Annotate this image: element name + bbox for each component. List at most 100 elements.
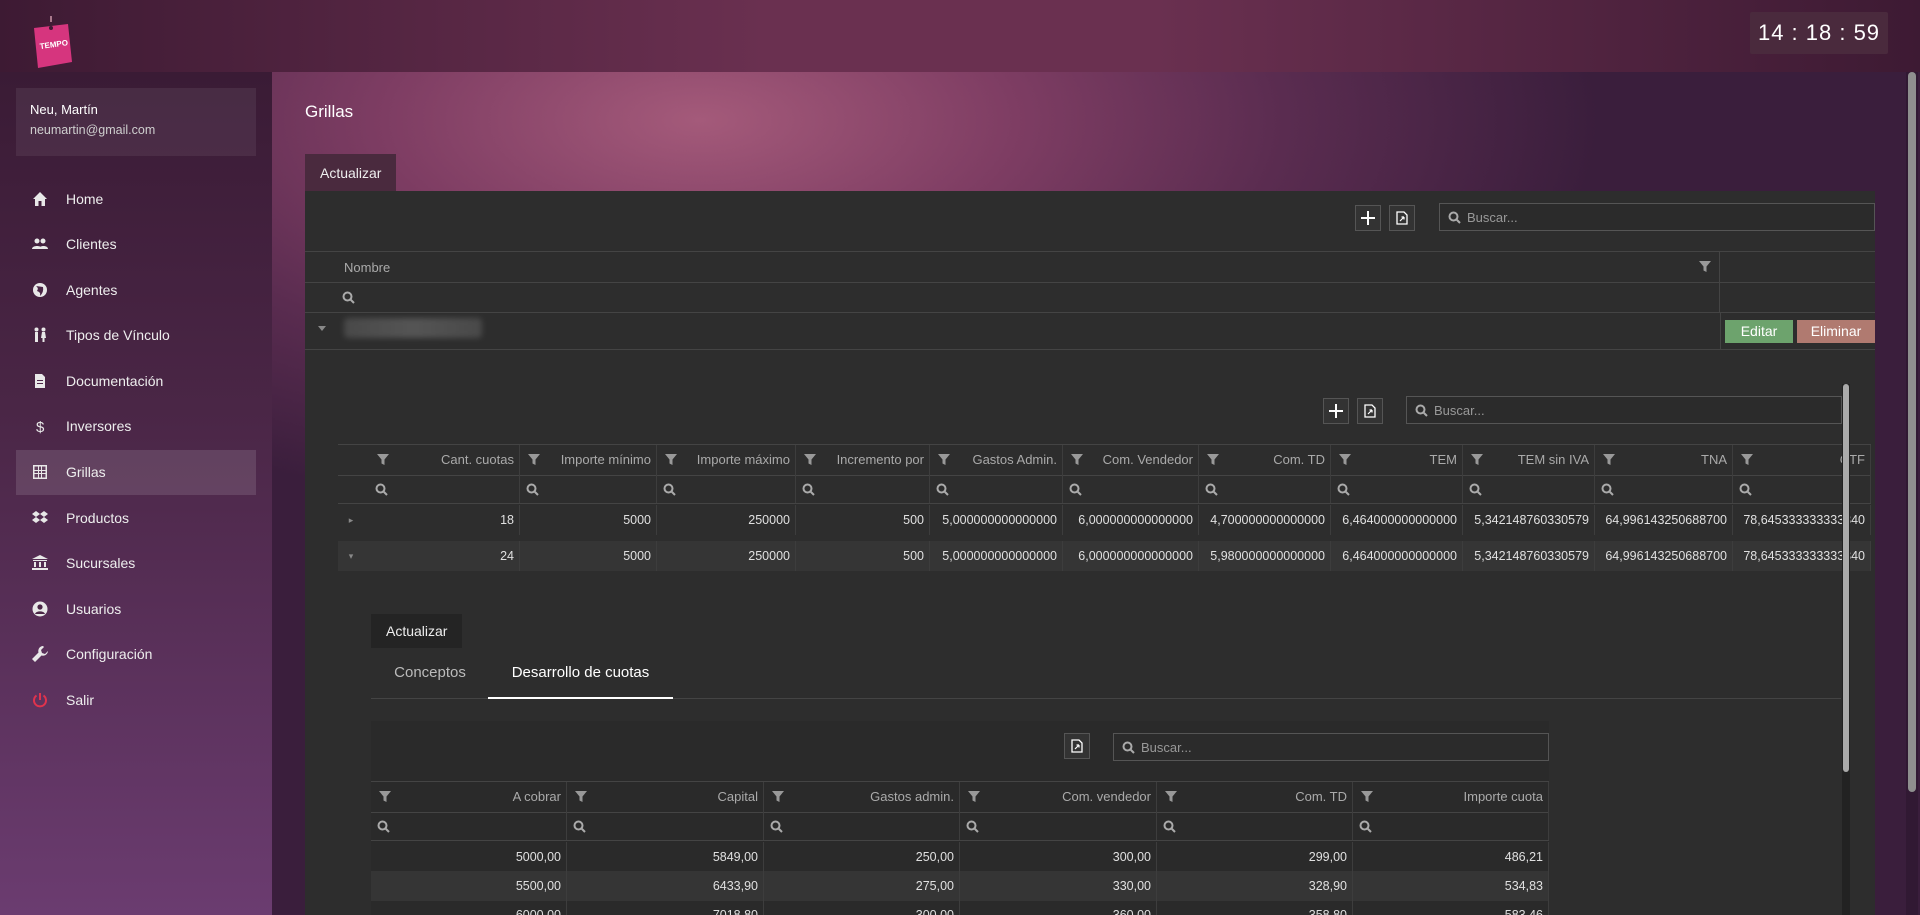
column-header-label: A cobrar [512, 789, 561, 804]
column-filter-input[interactable] [960, 812, 1157, 840]
table-row[interactable]: ▾ 24 5000 250000 500 5,000000000000000 6,00000… [338, 541, 1871, 571]
filter-icon[interactable] [528, 454, 540, 466]
menu-item-sucursales[interactable]: Sucursales [16, 541, 256, 586]
column-filter-input[interactable] [1595, 475, 1733, 503]
column-header[interactable]: Importe cuota [1353, 782, 1549, 812]
column-filter-input[interactable] [1463, 475, 1595, 503]
column-header[interactable]: Incremento por [796, 445, 930, 475]
column-filter-input[interactable] [1157, 812, 1353, 840]
menu-item-grillas[interactable]: Grillas [16, 449, 256, 495]
filter-icon[interactable] [575, 791, 587, 803]
column-filter-input[interactable] [657, 475, 796, 503]
column-header[interactable]: Capital [567, 782, 764, 812]
filter-icon[interactable] [1603, 454, 1615, 466]
cuotas-search-input[interactable]: Buscar... [1113, 733, 1549, 761]
column-header[interactable]: Gastos Admin. [930, 445, 1063, 475]
filter-icon[interactable] [665, 454, 677, 466]
table-row[interactable]: 5500,00 6433,90 275,00 330,00 328,90 534,83 [371, 871, 1549, 901]
table-row[interactable]: ▸ 18 5000 250000 500 5,000000000000000 6,00000… [338, 505, 1871, 535]
scrollbar-thumb[interactable] [1843, 384, 1849, 772]
menu-item-clientes[interactable]: Clientes [16, 222, 256, 267]
inner-search-input[interactable]: Buscar... [1406, 396, 1842, 424]
collapse-icon[interactable] [318, 326, 326, 332]
menu-item-productos[interactable]: Productos [16, 495, 256, 540]
add-button[interactable] [1355, 205, 1381, 231]
column-filter-input[interactable] [930, 475, 1063, 503]
clock: 14 : 18 : 59 [1750, 12, 1888, 54]
filter-icon[interactable] [379, 791, 391, 803]
column-header[interactable]: Gastos admin. [764, 782, 960, 812]
column-header[interactable]: Com. vendedor [960, 782, 1157, 812]
edit-button[interactable]: Editar [1725, 320, 1793, 343]
filter-icon[interactable] [968, 791, 980, 803]
column-filter-input[interactable] [1199, 475, 1331, 503]
table-cell: 78,645333333333340 [1733, 541, 1871, 571]
collapse-icon[interactable]: ▾ [338, 541, 369, 571]
refresh-button[interactable]: Actualizar [305, 154, 397, 191]
inner-export-button[interactable] [1357, 398, 1383, 424]
column-header[interactable]: Com. Vendedor [1063, 445, 1199, 475]
detail-scrollbar[interactable] [1842, 384, 1850, 915]
menu-item-usuarios[interactable]: Usuarios [16, 586, 256, 631]
search-input[interactable]: Buscar... [1439, 203, 1875, 231]
menu-item-documentacion[interactable]: Documentación [16, 358, 256, 403]
delete-button[interactable]: Eliminar [1797, 320, 1875, 343]
column-filter-input[interactable] [1063, 475, 1199, 503]
table-row[interactable]: 5000,00 5849,00 250,00 300,00 299,00 486,21 [371, 842, 1549, 872]
outer-header-nombre[interactable]: Nombre [305, 252, 1720, 282]
column-filter-input[interactable] [1353, 812, 1549, 840]
column-filter-input[interactable] [1733, 475, 1871, 503]
table-row[interactable]: 6000,00 7018,80 300,00 360,00 358,80 583,46 [371, 900, 1549, 915]
column-header[interactable]: Importe mínimo [520, 445, 657, 475]
menu-item-configuracion[interactable]: Configuración [16, 632, 256, 677]
column-filter-input[interactable] [520, 475, 657, 503]
tab-conceptos[interactable]: Conceptos [371, 655, 489, 699]
tab-desarrollo-cuotas[interactable]: Desarrollo de cuotas [488, 655, 673, 699]
column-header[interactable]: Com. TD [1199, 445, 1331, 475]
column-filter-input[interactable] [567, 812, 764, 840]
inner-add-button[interactable] [1323, 398, 1349, 424]
column-filter-input[interactable] [1331, 475, 1463, 503]
filter-icon[interactable] [804, 454, 816, 466]
export-button[interactable] [1389, 205, 1415, 231]
column-header[interactable]: Importe máximo [657, 445, 796, 475]
column-filter-input[interactable] [369, 475, 520, 503]
column-header[interactable]: TEM sin IVA [1463, 445, 1595, 475]
table-cell: 328,90 [1157, 871, 1353, 901]
column-header[interactable]: A cobrar [371, 782, 567, 812]
column-filter-input[interactable] [796, 475, 930, 503]
detail-refresh-button[interactable]: Actualizar [371, 614, 463, 648]
search-icon [1448, 211, 1461, 224]
filter-icon[interactable] [1471, 454, 1483, 466]
cuotas-export-button[interactable] [1064, 733, 1090, 759]
column-header[interactable]: TNA [1595, 445, 1733, 475]
filter-icon[interactable] [377, 454, 389, 466]
filter-icon[interactable] [1339, 454, 1351, 466]
column-header[interactable]: TEM [1331, 445, 1463, 475]
column-header-label: Com. TD [1273, 452, 1325, 467]
page-scrollbar[interactable] [1906, 72, 1918, 915]
app-logo[interactable]: TEMPO [28, 14, 74, 70]
column-header[interactable]: Cant. cuotas [369, 445, 520, 475]
menu-item-home[interactable]: Home [16, 176, 256, 221]
scrollbar-thumb[interactable] [1908, 72, 1916, 792]
expand-icon[interactable]: ▸ [338, 505, 369, 535]
filter-icon[interactable] [938, 454, 950, 466]
menu-item-inversores[interactable]: $ Inversores [16, 404, 256, 449]
column-filter-input[interactable] [371, 812, 567, 840]
column-header[interactable]: Com. TD [1157, 782, 1353, 812]
filter-icon[interactable] [1741, 454, 1753, 466]
filter-icon[interactable] [1361, 791, 1373, 803]
filter-icon[interactable] [772, 791, 784, 803]
filter-icon[interactable] [1071, 454, 1083, 466]
filter-icon[interactable] [1207, 454, 1219, 466]
filter-icon[interactable] [1165, 791, 1177, 803]
outer-data-row[interactable] [305, 313, 1875, 350]
filter-icon[interactable] [1699, 261, 1711, 273]
column-header[interactable]: CTF [1733, 445, 1871, 475]
column-filter-input[interactable] [764, 812, 960, 840]
menu-item-tipos-vinculo[interactable]: Tipos de Vínculo [16, 313, 256, 358]
menu-item-salir[interactable]: Salir [16, 678, 256, 723]
menu-item-agentes[interactable]: Agentes [16, 267, 256, 312]
outer-filter-row[interactable] [305, 283, 1720, 312]
